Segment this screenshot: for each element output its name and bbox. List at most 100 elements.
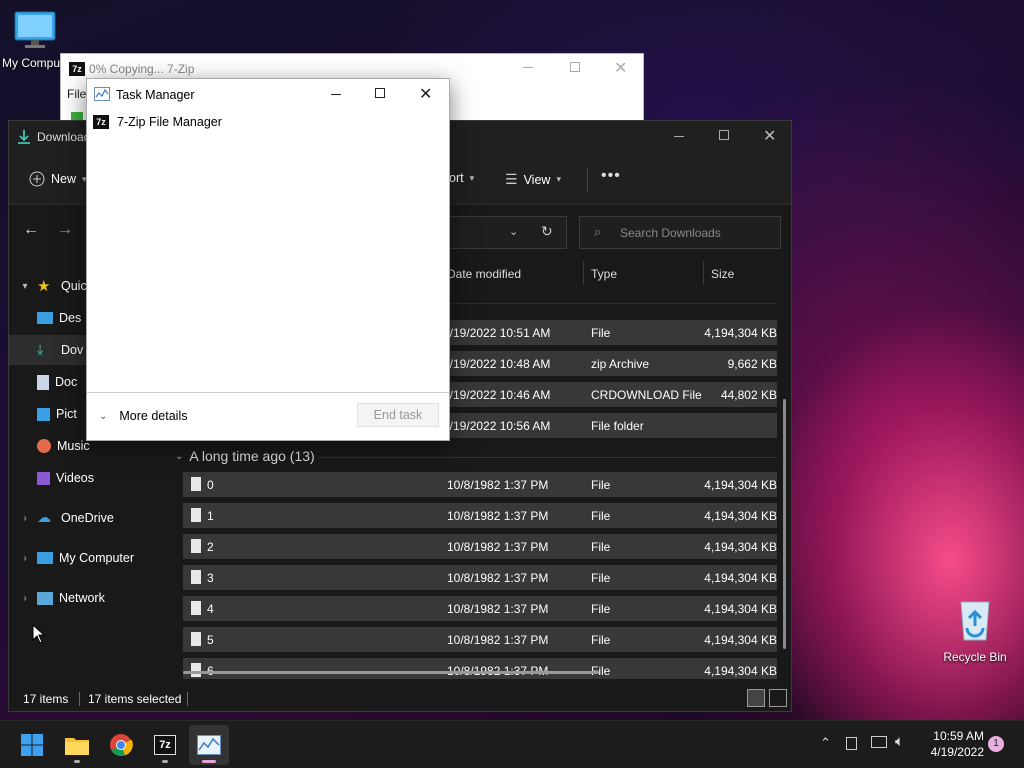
- details-view-icon[interactable]: [747, 689, 765, 707]
- nav-label: Network: [59, 591, 105, 605]
- cell-name: 5: [207, 633, 214, 647]
- vertical-scrollbar[interactable]: [783, 399, 786, 649]
- status-divider: [79, 692, 80, 706]
- maximize-icon[interactable]: [375, 88, 385, 98]
- start-button[interactable]: [12, 725, 52, 765]
- pictures-icon: [37, 407, 50, 421]
- clock[interactable]: 10:59 AM 4/19/2022: [920, 728, 984, 760]
- cell-date: 10/8/1982 1:37 PM: [447, 540, 549, 554]
- more-options-icon[interactable]: •••: [601, 167, 621, 185]
- cloud-icon: ☁: [37, 509, 51, 525]
- notification-badge[interactable]: 1: [988, 736, 1004, 752]
- file-icon: [191, 539, 201, 553]
- cell-type: File: [591, 633, 611, 647]
- cell-date: 4/19/2022 10:46 AM: [443, 388, 551, 402]
- table-row[interactable]: 2 10/8/1982 1:37 PM File 4,194,304 KB: [183, 534, 777, 559]
- music-icon: [37, 439, 51, 453]
- status-divider: [187, 692, 188, 706]
- taskbar-7zip[interactable]: 7z: [145, 725, 185, 765]
- cell-size: 4,194,304 KB: [704, 326, 777, 340]
- desktop-icon: [37, 312, 53, 324]
- table-row[interactable]: 6 10/8/1982 1:37 PM File 4,194,304 KB: [183, 658, 777, 679]
- nav-item-onedrive[interactable]: › ☁ OneDrive: [9, 503, 167, 533]
- more-details-button[interactable]: ⌄ More details: [99, 409, 187, 423]
- taskbar-task-manager[interactable]: [189, 725, 229, 765]
- chevron-down-icon[interactable]: ⌄: [175, 451, 183, 462]
- chevron-right-icon[interactable]: ›: [19, 513, 31, 524]
- chevron-right-icon[interactable]: ›: [19, 553, 31, 564]
- window-title: Download: [37, 130, 91, 144]
- maximize-icon[interactable]: [570, 62, 580, 72]
- nav-item-network[interactable]: › Network: [9, 583, 167, 613]
- back-arrow-icon[interactable]: ←: [23, 221, 39, 239]
- group-separator: [319, 457, 777, 458]
- minimize-icon[interactable]: [674, 136, 684, 137]
- view-button[interactable]: ☰ View ▾: [505, 171, 561, 188]
- menu-file[interactable]: File: [67, 87, 86, 101]
- address-box[interactable]: ⌄ ↻: [447, 216, 567, 249]
- cell-type: File folder: [591, 419, 644, 433]
- process-row[interactable]: 7z 7-Zip File Manager: [93, 115, 222, 129]
- task-manager-icon: [197, 735, 221, 755]
- column-header-size[interactable]: Size: [711, 267, 734, 281]
- task-manager-footer: ⌄ More details End task: [87, 392, 449, 440]
- chevron-down-icon[interactable]: ⌄: [509, 225, 518, 238]
- chevron-up-icon[interactable]: ⌃: [820, 735, 831, 751]
- nav-label: Pict: [56, 407, 77, 421]
- nav-label: Videos: [56, 471, 94, 485]
- running-indicator: [162, 760, 168, 763]
- network-icon[interactable]: [871, 736, 887, 748]
- chevron-down-icon: ▾: [469, 172, 475, 183]
- table-row[interactable]: 4 10/8/1982 1:37 PM File 4,194,304 KB: [183, 596, 777, 621]
- forward-arrow-icon[interactable]: →: [57, 221, 73, 239]
- tiles-view-icon[interactable]: [769, 689, 787, 707]
- nav-item-videos[interactable]: Videos: [9, 463, 167, 493]
- 7zip-icon: 7z: [69, 62, 85, 76]
- cell-date: 4/19/2022 10:56 AM: [443, 419, 551, 433]
- windows-logo-icon: [21, 734, 43, 756]
- close-icon[interactable]: ✕: [419, 84, 432, 104]
- desktop-icon-label: Recycle Bin: [943, 650, 1007, 664]
- maximize-icon[interactable]: [719, 130, 729, 140]
- taskbar-chrome[interactable]: [101, 725, 141, 765]
- end-task-button[interactable]: End task: [357, 403, 439, 427]
- refresh-icon[interactable]: ↻: [541, 223, 553, 240]
- file-icon: [191, 477, 201, 491]
- nav-label: My Computer: [59, 551, 135, 565]
- active-indicator: [202, 760, 216, 763]
- download-icon: ⤓: [37, 341, 44, 357]
- table-row[interactable]: 0 10/8/1982 1:37 PM File 4,194,304 KB: [183, 472, 777, 497]
- cell-type: zip Archive: [591, 357, 650, 371]
- cell-size: 4,194,304 KB: [704, 540, 777, 554]
- status-selected-count: 17 items selected: [88, 692, 182, 706]
- cell-name: 2: [207, 540, 214, 554]
- close-icon[interactable]: ✕: [763, 126, 776, 146]
- desktop-icon-recycle-bin[interactable]: Recycle Bin: [938, 596, 1012, 664]
- mouse-cursor-icon: [32, 624, 46, 644]
- chevron-down-icon[interactable]: ▾: [19, 281, 31, 292]
- table-row[interactable]: 5 10/8/1982 1:37 PM File 4,194,304 KB: [183, 627, 777, 652]
- horizontal-scrollbar[interactable]: [183, 671, 599, 674]
- nav-item-my-computer[interactable]: › My Computer: [9, 543, 167, 573]
- column-header-type[interactable]: Type: [591, 267, 617, 281]
- task-manager-window[interactable]: Task Manager ✕ 7z 7-Zip File Manager ⌄ M…: [86, 78, 450, 441]
- tray-window-icon[interactable]: [846, 737, 857, 750]
- cell-size: 4,194,304 KB: [704, 509, 777, 523]
- sort-button[interactable]: ort ▾: [449, 171, 474, 185]
- column-header-date[interactable]: Date modified: [447, 267, 521, 281]
- chevron-right-icon[interactable]: ›: [19, 593, 31, 604]
- close-icon[interactable]: ✕: [614, 58, 627, 78]
- search-box[interactable]: ⌕ Search Downloads: [579, 216, 781, 249]
- minimize-icon[interactable]: [523, 67, 533, 68]
- table-row[interactable]: 3 10/8/1982 1:37 PM File 4,194,304 KB: [183, 565, 777, 590]
- taskbar-file-explorer[interactable]: [57, 725, 97, 765]
- new-button[interactable]: New ▾: [29, 171, 87, 187]
- computer-icon: [37, 552, 53, 564]
- volume-icon[interactable]: 🔈︎: [895, 733, 904, 750]
- view-label: View: [523, 172, 551, 187]
- group-header[interactable]: ⌄ A long time ago (13): [175, 448, 315, 464]
- file-icon: [191, 570, 201, 584]
- search-input[interactable]: Search Downloads: [620, 226, 721, 240]
- table-row[interactable]: 1 10/8/1982 1:37 PM File 4,194,304 KB: [183, 503, 777, 528]
- minimize-icon[interactable]: [331, 94, 341, 95]
